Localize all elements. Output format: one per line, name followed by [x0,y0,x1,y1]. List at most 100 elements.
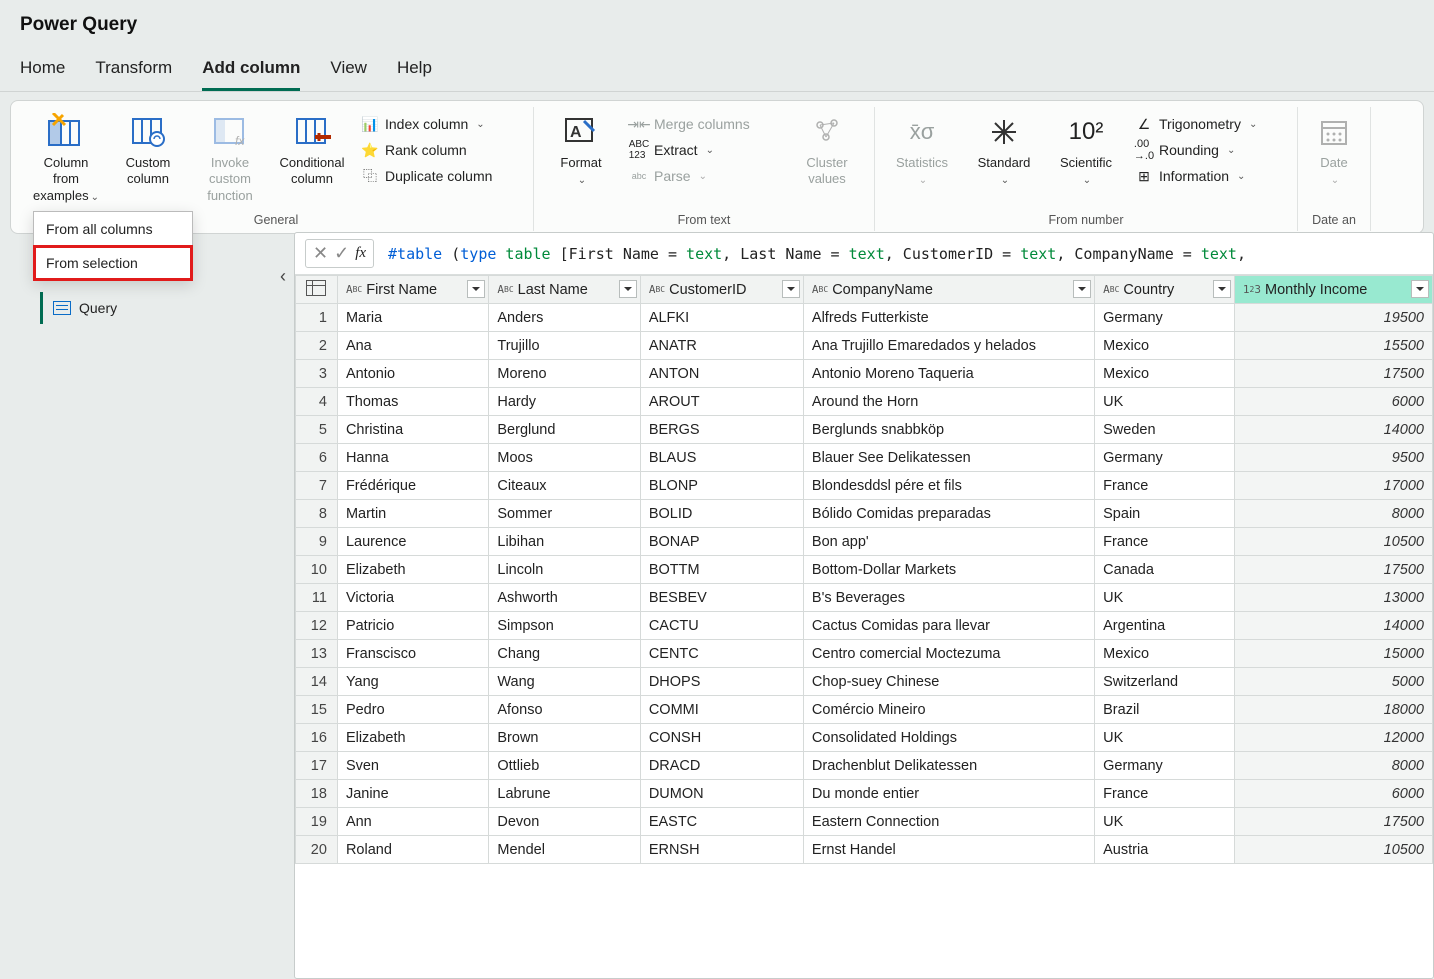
column-header-first-name[interactable]: ABC First Name [337,276,488,304]
table-cell[interactable]: 17000 [1234,472,1432,500]
column-header-customerid[interactable]: ABC CustomerID [640,276,803,304]
table-cell[interactable]: Martin [337,500,488,528]
tab-add-column[interactable]: Add column [202,50,300,91]
table-row[interactable]: 20RolandMendelERNSHErnst HandelAustria10… [296,836,1433,864]
table-cell[interactable]: Ana Trujillo Emaredados y helados [803,332,1094,360]
table-cell[interactable]: 10500 [1234,836,1432,864]
table-cell[interactable]: Lincoln [489,556,640,584]
row-number-cell[interactable]: 19 [296,808,338,836]
table-cell[interactable]: ANTON [640,360,803,388]
table-cell[interactable]: DHOPS [640,668,803,696]
column-header-last-name[interactable]: ABC Last Name [489,276,640,304]
table-cell[interactable]: Du monde entier [803,780,1094,808]
formula-cancel-button[interactable]: ✕ [313,243,328,264]
table-cell[interactable]: Bon app' [803,528,1094,556]
table-cell[interactable]: Chang [489,640,640,668]
table-cell[interactable]: Simpson [489,612,640,640]
table-cell[interactable]: B's Beverages [803,584,1094,612]
table-cell[interactable]: France [1095,472,1235,500]
table-cell[interactable]: Germany [1095,444,1235,472]
table-cell[interactable]: Bólido Comidas preparadas [803,500,1094,528]
table-row[interactable]: 8MartinSommerBOLIDBólido Comidas prepara… [296,500,1433,528]
duplicate-column-button[interactable]: ⿻ Duplicate column [355,165,525,187]
table-cell[interactable]: Argentina [1095,612,1235,640]
table-cell[interactable]: Elizabeth [337,724,488,752]
table-cell[interactable]: Antonio [337,360,488,388]
table-cell[interactable]: 8000 [1234,500,1432,528]
table-cell[interactable]: Brown [489,724,640,752]
information-button[interactable]: ⊞ Information ⌄ [1129,165,1289,187]
row-number-cell[interactable]: 11 [296,584,338,612]
table-cell[interactable]: AROUT [640,388,803,416]
table-cell[interactable]: Labrune [489,780,640,808]
table-cell[interactable]: ERNSH [640,836,803,864]
table-cell[interactable]: Trujillo [489,332,640,360]
table-cell[interactable]: Sweden [1095,416,1235,444]
table-cell[interactable]: Spain [1095,500,1235,528]
query-item[interactable]: Query [40,292,288,324]
rank-column-button[interactable]: ⭐ Rank column [355,139,525,161]
tab-home[interactable]: Home [20,50,65,91]
table-row[interactable]: 10ElizabethLincolnBOTTMBottom-Dollar Mar… [296,556,1433,584]
table-cell[interactable]: Cactus Comidas para llevar [803,612,1094,640]
row-number-cell[interactable]: 12 [296,612,338,640]
trigonometry-button[interactable]: ∠ Trigonometry ⌄ [1129,113,1289,135]
table-cell[interactable]: UK [1095,808,1235,836]
row-number-cell[interactable]: 10 [296,556,338,584]
table-cell[interactable]: Centro comercial Moctezuma [803,640,1094,668]
table-cell[interactable]: 6000 [1234,388,1432,416]
table-cell[interactable]: Anders [489,304,640,332]
table-cell[interactable]: BESBEV [640,584,803,612]
table-cell[interactable]: Christina [337,416,488,444]
row-number-cell[interactable]: 6 [296,444,338,472]
table-cell[interactable]: Mexico [1095,640,1235,668]
row-number-cell[interactable]: 17 [296,752,338,780]
table-cell[interactable]: Yang [337,668,488,696]
row-number-cell[interactable]: 14 [296,668,338,696]
tab-help[interactable]: Help [397,50,432,91]
table-cell[interactable]: 17500 [1234,808,1432,836]
table-cell[interactable]: Comércio Mineiro [803,696,1094,724]
table-cell[interactable]: Ottlieb [489,752,640,780]
row-number-cell[interactable]: 18 [296,780,338,808]
table-cell[interactable]: Brazil [1095,696,1235,724]
column-filter-button[interactable] [1073,280,1091,298]
table-cell[interactable]: 5000 [1234,668,1432,696]
table-cell[interactable]: Citeaux [489,472,640,500]
table-row[interactable]: 18JanineLabruneDUMONDu monde entierFranc… [296,780,1433,808]
table-cell[interactable]: Around the Horn [803,388,1094,416]
table-cell[interactable]: Maria [337,304,488,332]
standard-button[interactable]: Standard⌄ [965,109,1043,188]
conditional-column-button[interactable]: Conditional column [273,109,351,204]
table-cell[interactable]: CENTC [640,640,803,668]
table-cell[interactable]: 15500 [1234,332,1432,360]
row-number-cell[interactable]: 9 [296,528,338,556]
table-cell[interactable]: Chop-suey Chinese [803,668,1094,696]
table-row[interactable]: 2AnaTrujilloANATRAna Trujillo Emaredados… [296,332,1433,360]
table-row[interactable]: 15PedroAfonsoCOMMIComércio MineiroBrazil… [296,696,1433,724]
row-number-cell[interactable]: 3 [296,360,338,388]
table-row[interactable]: 19AnnDevonEASTCEastern ConnectionUK17500 [296,808,1433,836]
table-cell[interactable]: 17500 [1234,360,1432,388]
table-cell[interactable]: DUMON [640,780,803,808]
column-filter-button[interactable] [619,280,637,298]
table-cell[interactable]: 10500 [1234,528,1432,556]
table-cell[interactable]: Bottom-Dollar Markets [803,556,1094,584]
column-filter-button[interactable] [782,280,800,298]
row-number-cell[interactable]: 16 [296,724,338,752]
table-cell[interactable]: Berglund [489,416,640,444]
table-cell[interactable]: ALFKI [640,304,803,332]
table-cell[interactable]: Blauer See Delikatessen [803,444,1094,472]
column-header-companyname[interactable]: ABC CompanyName [803,276,1094,304]
table-cell[interactable]: 14000 [1234,416,1432,444]
table-cell[interactable]: DRACD [640,752,803,780]
table-cell[interactable]: 19500 [1234,304,1432,332]
table-cell[interactable]: Alfreds Futterkiste [803,304,1094,332]
from-selection-item[interactable]: From selection [34,246,192,280]
table-row[interactable]: 12PatricioSimpsonCACTUCactus Comidas par… [296,612,1433,640]
extract-button[interactable]: ABC123 Extract ⌄ [624,139,784,161]
table-cell[interactable]: Sven [337,752,488,780]
table-cell[interactable]: Germany [1095,752,1235,780]
table-cell[interactable]: BLAUS [640,444,803,472]
table-cell[interactable]: Franscisco [337,640,488,668]
